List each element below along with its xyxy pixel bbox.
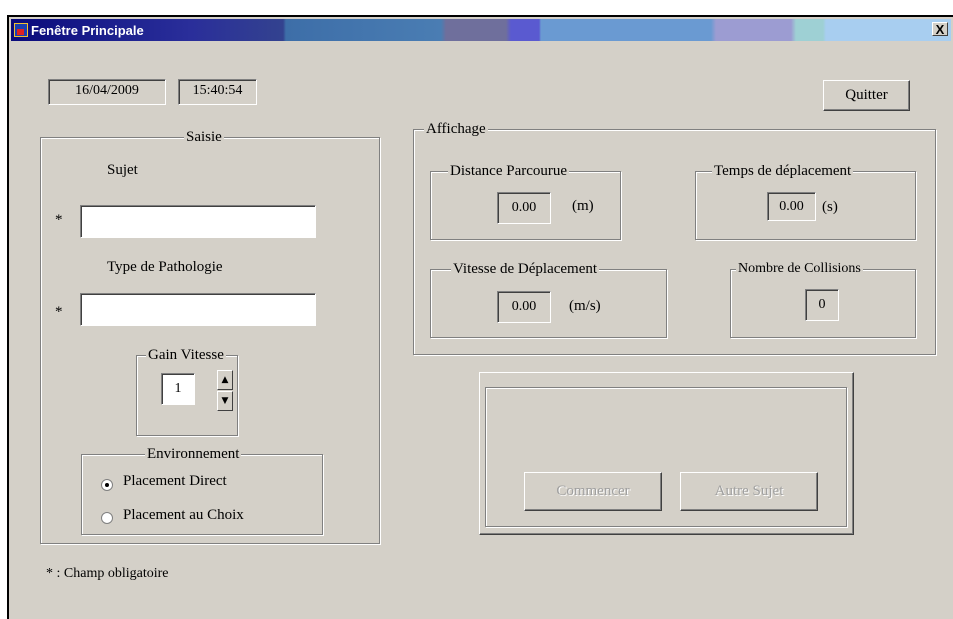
pathologie-label: Type de Pathologie (107, 259, 223, 275)
collisions-value: 0 (805, 289, 839, 321)
pathologie-required-marker: * (55, 304, 63, 320)
app-icon (14, 23, 28, 37)
pathologie-input[interactable] (80, 293, 316, 326)
affichage-legend: Affichage (424, 120, 488, 138)
radio-placement-choix[interactable] (101, 512, 113, 524)
close-button[interactable]: X (932, 22, 948, 36)
temps-legend: Temps de déplacement (712, 162, 854, 180)
environnement-legend: Environnement (145, 445, 242, 463)
temps-unit: (s) (822, 199, 838, 215)
title-bar[interactable]: Fenêtre Principale X (11, 19, 951, 41)
placement-choix-label[interactable]: Placement au Choix (123, 507, 244, 524)
placement-direct-label[interactable]: Placement Direct (123, 473, 227, 490)
sujet-required-marker: * (55, 212, 63, 228)
collisions-legend: Nombre de Collisions (736, 260, 863, 278)
gain-vitesse-legend: Gain Vitesse (146, 346, 226, 364)
main-window: Fenêtre Principale X 16/04/2009 15:40:54… (7, 15, 953, 619)
distance-value: 0.00 (497, 192, 551, 224)
spin-down-button[interactable]: ▼ (217, 391, 233, 411)
saisie-legend: Saisie (184, 128, 224, 146)
quit-button[interactable]: Quitter (823, 80, 910, 111)
distance-legend: Distance Parcourue (448, 162, 570, 180)
gain-value-field[interactable]: 1 (161, 373, 195, 405)
required-field-note: * : Champ obligatoire (46, 566, 169, 581)
spin-up-button[interactable]: ▲ (217, 370, 233, 390)
commencer-button[interactable]: Commencer (524, 472, 662, 511)
arrow-up-icon: ▲ (221, 375, 229, 385)
vitesse-unit: (m/s) (569, 298, 601, 314)
radio-placement-direct[interactable] (101, 479, 113, 491)
sujet-label: Sujet (107, 162, 138, 178)
vitesse-legend: Vitesse de Déplacement (451, 260, 600, 278)
autre-sujet-button[interactable]: Autre Sujet (680, 472, 818, 511)
date-display: 16/04/2009 (48, 79, 166, 105)
time-display: 15:40:54 (178, 79, 257, 105)
temps-value: 0.00 (767, 192, 816, 221)
arrow-down-icon: ▼ (221, 396, 229, 406)
distance-unit: (m) (572, 198, 594, 214)
sujet-input[interactable] (80, 205, 316, 238)
vitesse-value: 0.00 (497, 291, 551, 323)
window-title: Fenêtre Principale (31, 22, 144, 38)
